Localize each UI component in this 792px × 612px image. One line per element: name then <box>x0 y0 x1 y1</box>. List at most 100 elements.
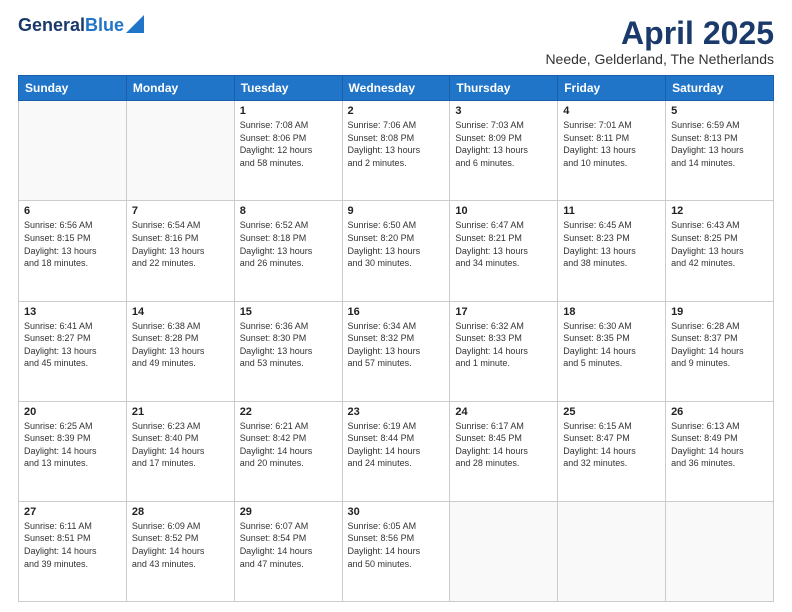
day-info: Sunrise: 6:11 AM Sunset: 8:51 PM Dayligh… <box>24 520 121 570</box>
calendar-cell: 21Sunrise: 6:23 AM Sunset: 8:40 PM Dayli… <box>126 401 234 501</box>
day-number: 19 <box>671 306 768 318</box>
calendar-cell: 5 Sunrise: 6:59 AM Sunset: 8:13 PM Daylig… <box>666 101 774 201</box>
day-number: 23 <box>348 406 445 418</box>
calendar-cell: 26 Sunrise: 6:13 AM Sunset: 8:49 PM Dayli… <box>666 401 774 501</box>
day-info: Sunrise: 7:08 AM Sunset: 8:06 PM Dayligh… <box>240 119 337 169</box>
calendar-cell <box>19 101 127 201</box>
page: GeneralBlue April 2025 Neede, Gelderland… <box>0 0 792 612</box>
day-info: Sunrise: 6:41 AM Sunset: 8:27 PM Dayligh… <box>24 320 121 370</box>
day-number: 10 <box>455 205 552 217</box>
day-number: 6 <box>24 205 121 217</box>
calendar-week-row: 1 Sunrise: 7:08 AM Sunset: 8:06 PM Daylig… <box>19 101 774 201</box>
calendar-week-row: 27 Sunrise: 6:11 AM Sunset: 8:51 PM Dayli… <box>19 501 774 601</box>
day-number: 29 <box>240 506 337 518</box>
calendar-cell: 12Sunrise: 6:43 AM Sunset: 8:25 PM Dayli… <box>666 201 774 301</box>
calendar-cell: 18Sunrise: 6:30 AM Sunset: 8:35 PM Dayli… <box>558 301 666 401</box>
calendar-cell: 16Sunrise: 6:34 AM Sunset: 8:32 PM Dayli… <box>342 301 450 401</box>
logo-text: GeneralBlue <box>18 16 124 36</box>
weekday-header-saturday: Saturday <box>666 76 774 101</box>
calendar-cell: 27 Sunrise: 6:11 AM Sunset: 8:51 PM Dayli… <box>19 501 127 601</box>
day-info: Sunrise: 6:54 AM Sunset: 8:16 PM Dayligh… <box>132 219 229 269</box>
calendar-cell: 3 Sunrise: 7:03 AM Sunset: 8:09 PM Daylig… <box>450 101 558 201</box>
calendar-cell: 1 Sunrise: 7:08 AM Sunset: 8:06 PM Daylig… <box>234 101 342 201</box>
day-number: 4 <box>563 105 660 117</box>
calendar-cell: 28 Sunrise: 6:09 AM Sunset: 8:52 PM Dayli… <box>126 501 234 601</box>
day-info: Sunrise: 6:07 AM Sunset: 8:54 PM Dayligh… <box>240 520 337 570</box>
calendar-cell: 11Sunrise: 6:45 AM Sunset: 8:23 PM Dayli… <box>558 201 666 301</box>
calendar-cell: 13Sunrise: 6:41 AM Sunset: 8:27 PM Dayli… <box>19 301 127 401</box>
weekday-header-monday: Monday <box>126 76 234 101</box>
calendar-cell: 9 Sunrise: 6:50 AM Sunset: 8:20 PM Daylig… <box>342 201 450 301</box>
logo-general: General <box>18 15 85 35</box>
calendar-cell: 24 Sunrise: 6:17 AM Sunset: 8:45 PM Dayli… <box>450 401 558 501</box>
weekday-header-wednesday: Wednesday <box>342 76 450 101</box>
day-number: 12 <box>671 205 768 217</box>
weekday-header-row: SundayMondayTuesdayWednesdayThursdayFrid… <box>19 76 774 101</box>
calendar-cell: 22Sunrise: 6:21 AM Sunset: 8:42 PM Dayli… <box>234 401 342 501</box>
day-info: Sunrise: 6:50 AM Sunset: 8:20 PM Dayligh… <box>348 219 445 269</box>
day-info: Sunrise: 6:19 AM Sunset: 8:44 PM Dayligh… <box>348 420 445 470</box>
day-info: Sunrise: 6:23 AM Sunset: 8:40 PM Dayligh… <box>132 420 229 470</box>
day-info: Sunrise: 6:15 AM Sunset: 8:47 PM Dayligh… <box>563 420 660 470</box>
day-info: Sunrise: 7:01 AM Sunset: 8:11 PM Dayligh… <box>563 119 660 169</box>
calendar-week-row: 6 Sunrise: 6:56 AM Sunset: 8:15 PM Daylig… <box>19 201 774 301</box>
calendar-cell: 14 Sunrise: 6:38 AM Sunset: 8:28 PM Dayli… <box>126 301 234 401</box>
day-info: Sunrise: 6:09 AM Sunset: 8:52 PM Dayligh… <box>132 520 229 570</box>
calendar-cell: 15 Sunrise: 6:36 AM Sunset: 8:30 PM Dayli… <box>234 301 342 401</box>
calendar-cell: 4 Sunrise: 7:01 AM Sunset: 8:11 PM Daylig… <box>558 101 666 201</box>
calendar-cell: 17Sunrise: 6:32 AM Sunset: 8:33 PM Dayli… <box>450 301 558 401</box>
calendar-cell <box>126 101 234 201</box>
weekday-header-friday: Friday <box>558 76 666 101</box>
calendar-week-row: 13Sunrise: 6:41 AM Sunset: 8:27 PM Dayli… <box>19 301 774 401</box>
calendar-cell: 19 Sunrise: 6:28 AM Sunset: 8:37 PM Dayli… <box>666 301 774 401</box>
day-number: 5 <box>671 105 768 117</box>
day-info: Sunrise: 6:36 AM Sunset: 8:30 PM Dayligh… <box>240 320 337 370</box>
calendar-table: SundayMondayTuesdayWednesdayThursdayFrid… <box>18 75 774 602</box>
day-number: 9 <box>348 205 445 217</box>
day-number: 7 <box>132 205 229 217</box>
day-number: 15 <box>240 306 337 318</box>
calendar-cell: 10 Sunrise: 6:47 AM Sunset: 8:21 PM Dayli… <box>450 201 558 301</box>
day-number: 11 <box>563 205 660 217</box>
calendar-cell: 25 Sunrise: 6:15 AM Sunset: 8:47 PM Dayli… <box>558 401 666 501</box>
day-info: Sunrise: 6:25 AM Sunset: 8:39 PM Dayligh… <box>24 420 121 470</box>
day-info: Sunrise: 6:28 AM Sunset: 8:37 PM Dayligh… <box>671 320 768 370</box>
day-number: 3 <box>455 105 552 117</box>
calendar-cell: 8Sunrise: 6:52 AM Sunset: 8:18 PM Daylig… <box>234 201 342 301</box>
calendar-week-row: 20 Sunrise: 6:25 AM Sunset: 8:39 PM Dayli… <box>19 401 774 501</box>
calendar-cell: 6 Sunrise: 6:56 AM Sunset: 8:15 PM Daylig… <box>19 201 127 301</box>
day-info: Sunrise: 6:13 AM Sunset: 8:49 PM Dayligh… <box>671 420 768 470</box>
day-number: 25 <box>563 406 660 418</box>
title-block: April 2025 Neede, Gelderland, The Nether… <box>545 16 774 67</box>
day-info: Sunrise: 6:59 AM Sunset: 8:13 PM Dayligh… <box>671 119 768 169</box>
calendar-cell <box>450 501 558 601</box>
calendar-cell: 23 Sunrise: 6:19 AM Sunset: 8:44 PM Dayli… <box>342 401 450 501</box>
calendar-cell: 20 Sunrise: 6:25 AM Sunset: 8:39 PM Dayli… <box>19 401 127 501</box>
weekday-header-thursday: Thursday <box>450 76 558 101</box>
day-number: 27 <box>24 506 121 518</box>
weekday-header-tuesday: Tuesday <box>234 76 342 101</box>
calendar-cell: 2Sunrise: 7:06 AM Sunset: 8:08 PM Daylig… <box>342 101 450 201</box>
logo-blue: Blue <box>85 15 124 35</box>
month-title: April 2025 <box>545 16 774 51</box>
day-number: 14 <box>132 306 229 318</box>
calendar-cell: 7 Sunrise: 6:54 AM Sunset: 8:16 PM Daylig… <box>126 201 234 301</box>
day-number: 22 <box>240 406 337 418</box>
day-number: 20 <box>24 406 121 418</box>
day-info: Sunrise: 7:03 AM Sunset: 8:09 PM Dayligh… <box>455 119 552 169</box>
day-number: 30 <box>348 506 445 518</box>
day-number: 24 <box>455 406 552 418</box>
logo: GeneralBlue <box>18 16 144 36</box>
day-number: 26 <box>671 406 768 418</box>
day-info: Sunrise: 6:38 AM Sunset: 8:28 PM Dayligh… <box>132 320 229 370</box>
day-info: Sunrise: 6:56 AM Sunset: 8:15 PM Dayligh… <box>24 219 121 269</box>
header: GeneralBlue April 2025 Neede, Gelderland… <box>18 16 774 67</box>
day-number: 1 <box>240 105 337 117</box>
day-number: 28 <box>132 506 229 518</box>
day-info: Sunrise: 6:47 AM Sunset: 8:21 PM Dayligh… <box>455 219 552 269</box>
day-number: 18 <box>563 306 660 318</box>
day-info: Sunrise: 6:52 AM Sunset: 8:18 PM Dayligh… <box>240 219 337 269</box>
day-number: 17 <box>455 306 552 318</box>
day-info: Sunrise: 6:17 AM Sunset: 8:45 PM Dayligh… <box>455 420 552 470</box>
day-info: Sunrise: 7:06 AM Sunset: 8:08 PM Dayligh… <box>348 119 445 169</box>
